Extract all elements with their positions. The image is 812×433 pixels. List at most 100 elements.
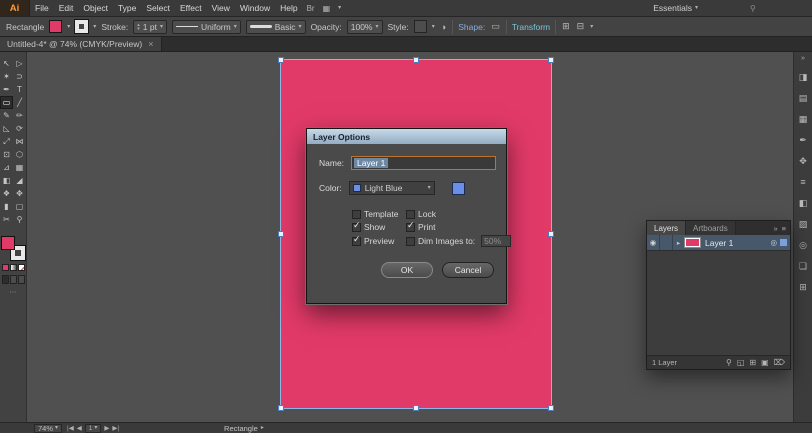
preview-checkbox[interactable]: ✓ Preview <box>352 234 406 247</box>
print-checkbox[interactable]: ✓ Print <box>406 220 511 232</box>
fill-indicator[interactable] <box>1 236 15 250</box>
draw-normal-button[interactable] <box>1 275 9 284</box>
layer-thumbnail[interactable] <box>684 237 701 248</box>
graphic-styles-panel-icon[interactable]: ❏ <box>797 260 810 272</box>
tool-shape-builder[interactable]: ⬡ <box>13 148 26 161</box>
stroke-weight-stepper[interactable]: ▴ ▾ 1 pt ▾ <box>133 19 167 34</box>
expand-panels-icon[interactable]: » <box>801 55 805 62</box>
artboard-number-select[interactable]: 1 ▾ <box>84 423 102 433</box>
menu-edit[interactable]: Edit <box>54 0 79 16</box>
tool-column-graph[interactable]: ▮ <box>0 200 13 213</box>
transparency-panel-icon[interactable]: ▨ <box>797 218 810 230</box>
chevron-down-icon[interactable]: ▾ <box>67 24 70 30</box>
name-input[interactable]: Layer 1 <box>351 156 496 170</box>
workspace-switcher[interactable]: Essentials ▾ <box>647 0 704 16</box>
tool-type[interactable]: T <box>13 83 26 96</box>
ok-button[interactable]: OK <box>381 262 433 278</box>
lock-checkbox[interactable]: Lock <box>406 209 511 219</box>
tool-pen[interactable]: ✒ <box>0 83 13 96</box>
align-objects-icon[interactable]: ⊞ <box>561 21 571 32</box>
panel-menu-icon[interactable]: ≡ <box>782 224 786 233</box>
fill-color-swatch[interactable] <box>49 20 63 33</box>
status-flyout-icon[interactable]: ▸ <box>261 425 264 431</box>
selection-color-square[interactable] <box>780 239 787 246</box>
chevron-down-icon[interactable]: ▾ <box>160 24 163 30</box>
last-artboard-icon[interactable]: ▶| <box>112 424 119 432</box>
menu-window[interactable]: Window <box>235 0 275 16</box>
app-logo[interactable]: Ai <box>0 0 30 16</box>
next-artboard-icon[interactable]: ▶ <box>104 424 109 432</box>
collapse-panel-icon[interactable]: » <box>773 224 777 233</box>
stepper-arrows-icon[interactable]: ▴ ▾ <box>137 22 140 31</box>
prev-artboard-icon[interactable]: ◀ <box>77 424 82 432</box>
tool-blend[interactable]: ❖ <box>0 187 13 200</box>
close-icon[interactable]: × <box>148 39 153 49</box>
tool-scale[interactable]: ⤢ <box>0 135 13 148</box>
selection-handle[interactable] <box>278 231 284 237</box>
selection-handle[interactable] <box>413 405 419 411</box>
gradient-button[interactable] <box>9 264 17 271</box>
tool-symbol-sprayer[interactable]: ✥ <box>13 187 26 200</box>
shape-link[interactable]: Shape: <box>458 22 485 32</box>
show-checkbox[interactable]: ✓ Show <box>352 220 406 232</box>
tool-pencil[interactable]: ✏ <box>13 109 26 122</box>
tab-artboards[interactable]: Artboards <box>686 221 736 235</box>
template-checkbox[interactable]: Template <box>352 209 406 219</box>
color-guide-panel-icon[interactable]: ▤ <box>797 92 810 104</box>
gradient-panel-icon[interactable]: ◧ <box>797 197 810 209</box>
navigator-panel-icon[interactable]: ⊞ <box>797 281 810 293</box>
arrange-documents-icon[interactable]: ▦ <box>319 0 335 16</box>
selection-handle[interactable] <box>548 57 554 63</box>
draw-behind-button[interactable] <box>9 275 17 284</box>
search-icon[interactable]: ⚲ <box>750 4 756 13</box>
selection-handle[interactable] <box>278 57 284 63</box>
tab-layers[interactable]: Layers <box>647 221 687 235</box>
none-button[interactable] <box>17 264 25 271</box>
fill-stroke-indicator[interactable] <box>1 236 26 261</box>
dim-images-field[interactable]: 50% <box>481 235 512 247</box>
tool-gradient[interactable]: ◧ <box>0 174 13 187</box>
tool-slice[interactable]: ✂ <box>0 213 13 226</box>
toolbar-more-icon[interactable]: ⋯ <box>10 288 17 296</box>
disclosure-triangle-icon[interactable]: ▸ <box>673 239 684 247</box>
tool-eraser[interactable]: ◺ <box>0 122 13 135</box>
color-button[interactable] <box>1 264 9 271</box>
dim-images-checkbox[interactable]: Dim Images to: 50% <box>406 235 512 247</box>
chevron-down-icon[interactable]: ▾ <box>432 24 435 30</box>
menu-help[interactable]: Help <box>275 0 302 16</box>
menu-file[interactable]: File <box>30 0 54 16</box>
tool-paintbrush[interactable]: ✎ <box>0 109 13 122</box>
delete-layer-icon[interactable]: ⌦ <box>774 358 785 367</box>
layer-color-swatch[interactable] <box>451 181 465 195</box>
menu-select[interactable]: Select <box>141 0 175 16</box>
lock-toggle-cell[interactable] <box>660 235 673 250</box>
swatches-panel-icon[interactable]: ▦ <box>797 113 810 125</box>
zoom-level-select[interactable]: 74% ▾ <box>34 423 63 433</box>
tool-eyedropper[interactable]: ◢ <box>13 174 26 187</box>
opacity-field[interactable]: 100% ▾ <box>346 19 383 34</box>
menu-object[interactable]: Object <box>78 0 113 16</box>
chevron-down-icon[interactable]: ▾ <box>334 0 345 16</box>
chevron-down-icon[interactable]: ▾ <box>590 24 593 30</box>
tool-perspective-grid[interactable]: ⊿ <box>0 161 13 174</box>
recolor-artwork-icon[interactable]: ◑ <box>440 22 447 32</box>
transform-link[interactable]: Transform <box>512 22 550 32</box>
appearance-panel-icon[interactable]: ◎ <box>797 239 810 251</box>
tool-rectangle[interactable]: ▭ <box>0 96 13 109</box>
tool-selection[interactable]: ↖ <box>0 57 13 70</box>
brushes-panel-icon[interactable]: ✒ <box>797 134 810 146</box>
dialog-title-bar[interactable]: Layer Options <box>307 129 506 144</box>
document-tab[interactable]: Untitled-4* @ 74% (CMYK/Preview) × <box>0 37 162 51</box>
status-display[interactable]: Rectangle ▸ <box>224 424 264 433</box>
tool-line[interactable]: ╱ <box>13 96 26 109</box>
tool-direct-selection[interactable]: ▷ <box>13 57 26 70</box>
visibility-eye-icon[interactable]: ◉ <box>647 235 660 250</box>
menu-type[interactable]: Type <box>113 0 141 16</box>
bridge-icon[interactable]: Br <box>303 0 319 16</box>
graphic-style-swatch[interactable] <box>413 20 427 33</box>
selection-handle[interactable] <box>413 57 419 63</box>
locate-object-icon[interactable]: ⚲ <box>726 358 732 367</box>
layer-row[interactable]: ◉ ▸ Layer 1 ◎ <box>647 235 790 251</box>
stroke-panel-icon[interactable]: ≡ <box>797 176 810 188</box>
selection-handle[interactable] <box>548 405 554 411</box>
